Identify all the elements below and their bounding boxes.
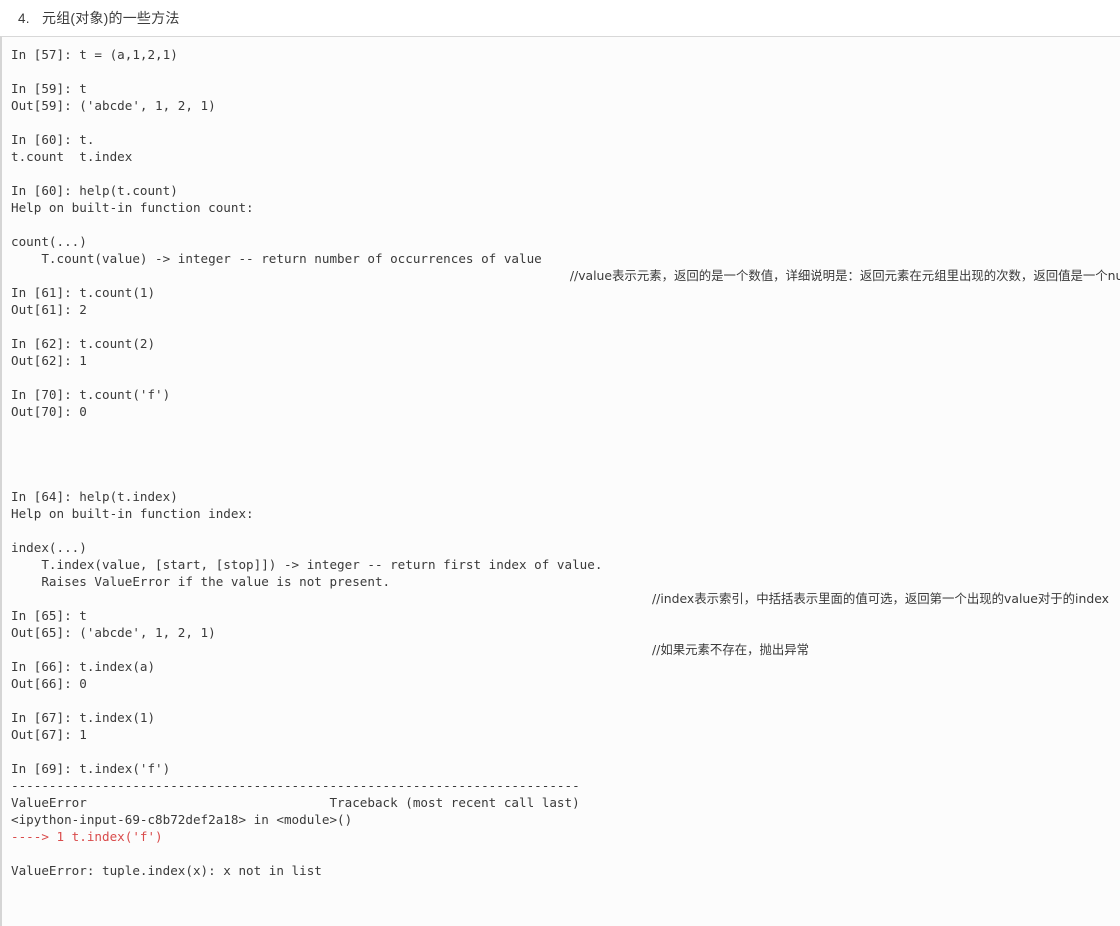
code-line: index(...) bbox=[11, 540, 87, 555]
code-line: t.count t.index bbox=[11, 149, 133, 164]
annotation-index-text-2: //如果元素不存在，抛出异常 bbox=[652, 642, 810, 657]
code-line: In [62]: t.count(2) bbox=[11, 336, 156, 351]
annotation-index-line-1: //index表示索引，中括括表示里面的值可选，返回第一个出现的value对于的… bbox=[652, 590, 1109, 607]
code-line: Out[67]: 1 bbox=[11, 727, 87, 742]
code-line: In [60]: help(t.count) bbox=[11, 183, 178, 198]
code-line: In [59]: t bbox=[11, 81, 87, 96]
annotation-index-comment: //index表示索引，中括括表示里面的值可选，返回第一个出现的value对于的… bbox=[652, 556, 1109, 692]
code-line: ----------------------------------------… bbox=[11, 778, 580, 793]
code-line: Out[70]: 0 bbox=[11, 404, 87, 419]
code-line: In [70]: t.count('f') bbox=[11, 387, 171, 402]
code-line: In [57]: t = (a,1,2,1) bbox=[11, 47, 178, 62]
code-line: In [69]: t.index('f') bbox=[11, 761, 171, 776]
code-line: In [67]: t.index(1) bbox=[11, 710, 156, 725]
heading-list-item: 4. 元组(对象)的一些方法 bbox=[18, 8, 180, 28]
code-line: Out[59]: ('abcde', 1, 2, 1) bbox=[11, 98, 216, 113]
annotation-index-text-1: //index表示索引，中括括表示里面的值可选，返回第一个出现的value对于的… bbox=[652, 591, 1109, 606]
code-line: count(...) bbox=[11, 234, 87, 249]
annotation-index-line-2: //如果元素不存在，抛出异常 bbox=[652, 641, 1109, 658]
annotation-count-text: //value表示元素，返回的是一个数值，详细说明是：返回元素在元组里出现的次数… bbox=[569, 268, 1120, 283]
code-line: ----> 1 t.index('f') bbox=[11, 829, 163, 844]
heading-title: 元组(对象)的一些方法 bbox=[42, 10, 180, 26]
code-line: <ipython-input-69-c8b72def2a18> in <modu… bbox=[11, 812, 353, 827]
code-line: Out[61]: 2 bbox=[11, 302, 87, 317]
code-line: Out[62]: 1 bbox=[11, 353, 87, 368]
code-line: ValueError: tuple.index(x): x not in lis… bbox=[11, 863, 322, 878]
code-line: Help on built-in function count: bbox=[11, 200, 254, 215]
code-line: ValueError Traceback (most recent call l… bbox=[11, 795, 580, 810]
notebook-code-block: In [57]: t = (a,1,2,1) In [59]: t Out[59]… bbox=[0, 36, 1120, 926]
notebook-transcript[interactable]: In [57]: t = (a,1,2,1) In [59]: t Out[59]… bbox=[2, 37, 1120, 879]
heading-number: 4. bbox=[18, 11, 30, 26]
annotation-count-comment: //value表示元素，返回的是一个数值，详细说明是：返回元素在元组里出现的次数… bbox=[540, 250, 1120, 301]
code-line: In [60]: t. bbox=[11, 132, 95, 147]
code-line: Help on built-in function index: bbox=[11, 506, 254, 521]
page-heading: 4. 元组(对象)的一些方法 bbox=[0, 0, 1120, 36]
code-line: In [64]: help(t.index) bbox=[11, 489, 178, 504]
